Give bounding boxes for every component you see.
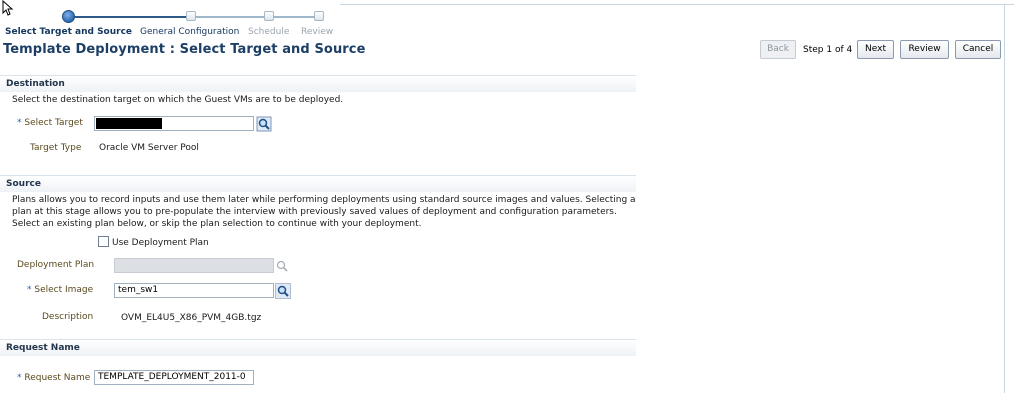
cancel-button[interactable]: Cancel <box>955 40 1001 59</box>
step-counter: Step 1 of 4 <box>803 45 853 55</box>
target-type-value: Oracle VM Server Pool <box>99 143 199 153</box>
next-button[interactable]: Next <box>857 40 894 59</box>
required-marker: * <box>17 373 22 383</box>
description-value: OVM_EL4U5_X86_PVM_4GB.tgz <box>121 313 262 323</box>
destination-section-header: Destination <box>0 75 636 92</box>
right-divider <box>1004 4 1005 393</box>
use-deployment-plan-label: Use Deployment Plan <box>112 238 209 248</box>
deployment-plan-label: Deployment Plan <box>17 260 95 270</box>
train-stop-4 <box>314 11 324 21</box>
select-image-label: * Select Image <box>27 285 93 295</box>
request-name-section-header: Request Name <box>0 339 636 356</box>
top-divider <box>340 4 1014 5</box>
deployment-plan-input <box>114 258 274 273</box>
train-stop-2[interactable] <box>186 11 196 21</box>
destination-header-text: Destination <box>6 79 65 89</box>
required-marker: * <box>17 118 22 128</box>
train-step-label-4: Review <box>301 27 334 37</box>
train-step-label-2[interactable]: General Configuration <box>140 27 239 37</box>
target-type-label: Target Type <box>30 143 82 153</box>
select-image-label-text: Select Image <box>34 285 94 295</box>
mouse-cursor-icon <box>2 0 14 16</box>
back-button: Back <box>760 40 796 59</box>
required-marker: * <box>27 285 32 295</box>
source-section-header: Source <box>0 175 636 192</box>
train-connector-1 <box>68 16 186 18</box>
search-icon[interactable] <box>256 116 272 132</box>
train-stop-1[interactable] <box>62 10 75 23</box>
page-title: Template Deployment : Select Target and … <box>3 42 366 57</box>
source-description-line-2: plan at this stage allows you to pre-pop… <box>12 207 617 217</box>
search-icon[interactable] <box>275 283 291 299</box>
request-name-input[interactable]: TEMPLATE_DEPLOYMENT_2011-0 <box>94 370 254 385</box>
request-name-header-text: Request Name <box>6 343 80 353</box>
train-step-label-3: Schedule <box>248 27 290 37</box>
request-name-label: * Request Name <box>17 373 90 383</box>
select-target-label: * Select Target <box>17 118 83 128</box>
train-connector-2 <box>192 16 264 18</box>
search-icon-disabled <box>276 260 288 272</box>
source-header-text: Source <box>6 179 41 189</box>
redacted-target-value <box>96 118 162 129</box>
source-description-line-3: Select an existing plan below, or skip t… <box>12 219 422 229</box>
request-name-label-text: Request Name <box>24 373 91 383</box>
select-image-input[interactable]: tem_sw1 <box>114 283 274 298</box>
select-target-label-text: Select Target <box>24 118 83 128</box>
source-description-line-1: Plans allows you to record inputs and us… <box>12 195 636 205</box>
destination-description: Select the destination target on which t… <box>12 95 344 105</box>
train-connector-3 <box>273 16 319 18</box>
use-deployment-plan-checkbox[interactable] <box>98 236 109 247</box>
review-button[interactable]: Review <box>900 40 949 59</box>
train-stop-3 <box>264 11 274 21</box>
description-label: Description <box>42 312 94 322</box>
train-step-label-1: Select Target and Source <box>5 27 133 37</box>
